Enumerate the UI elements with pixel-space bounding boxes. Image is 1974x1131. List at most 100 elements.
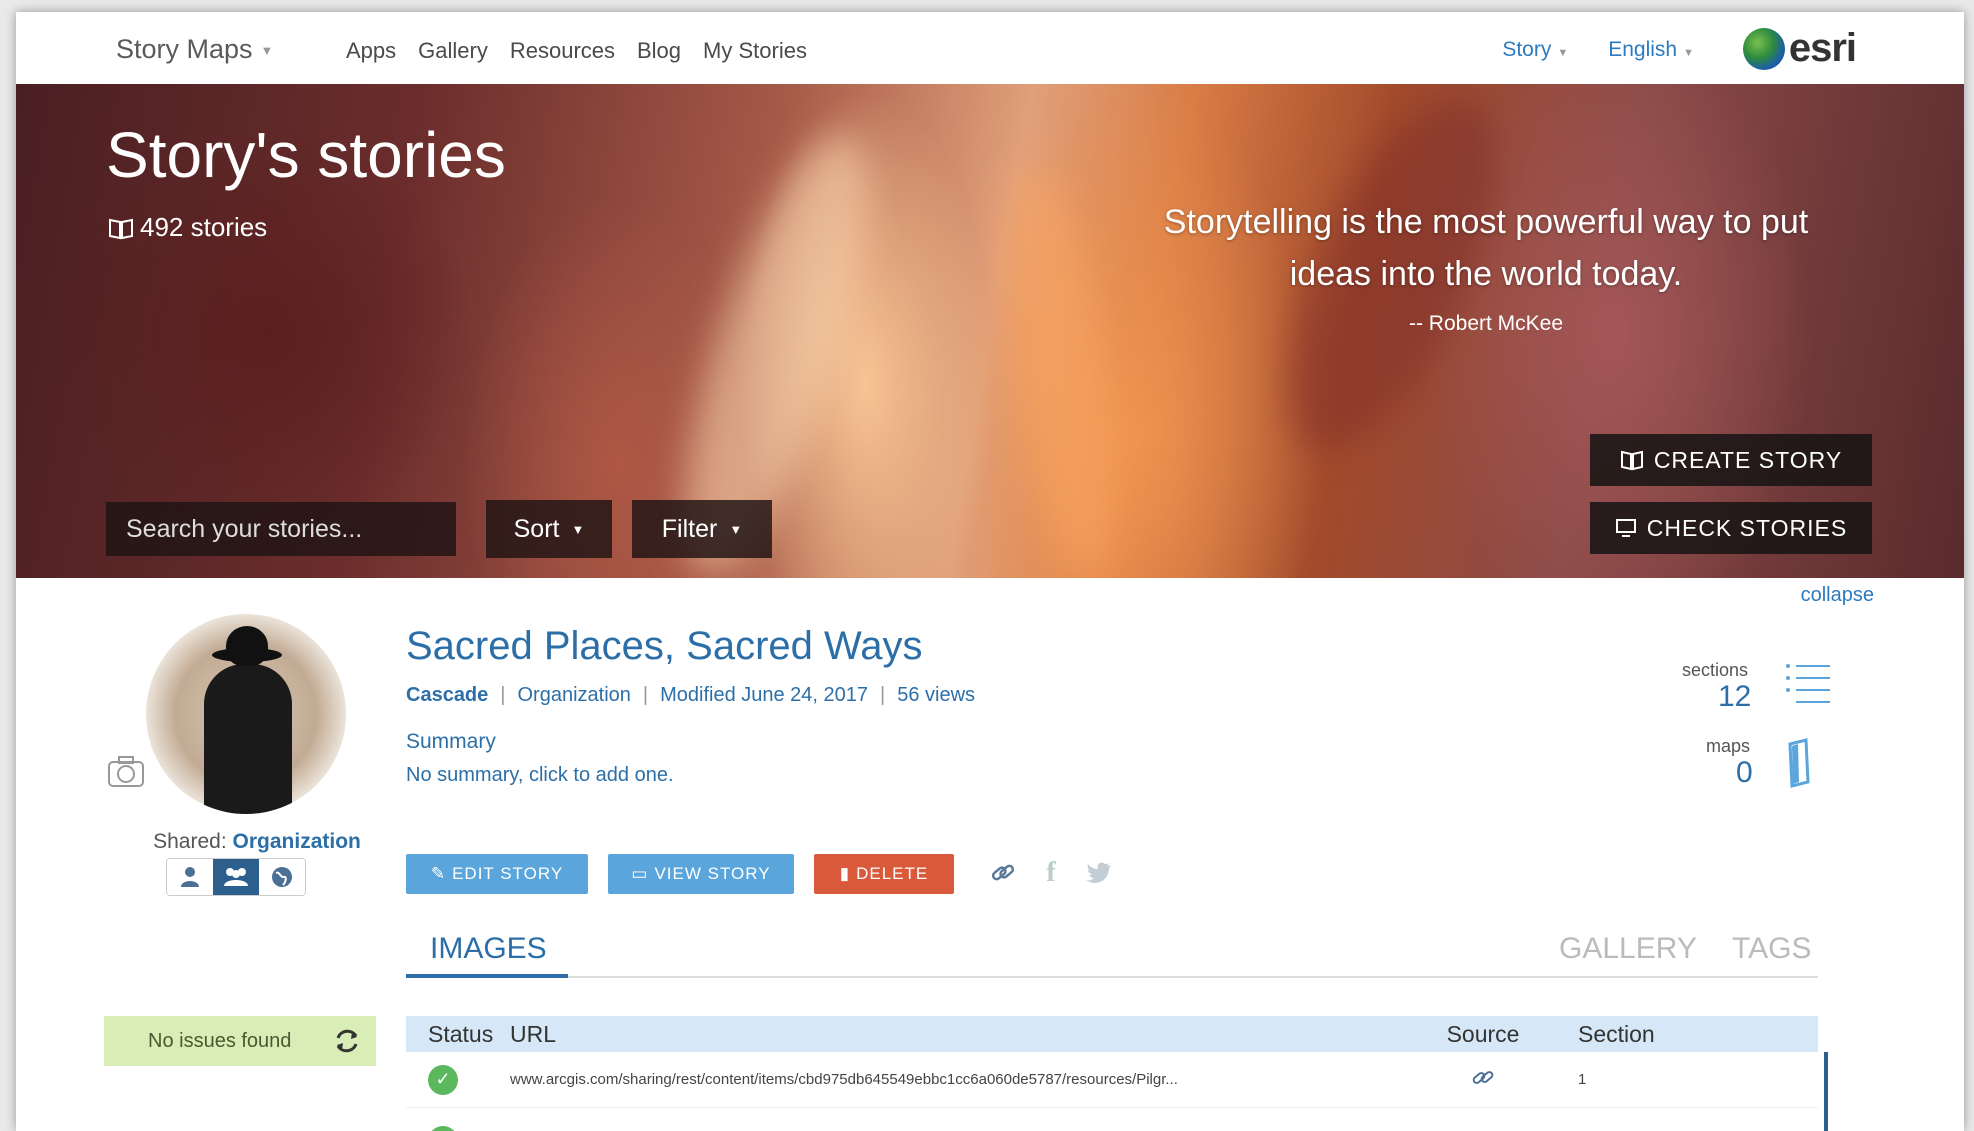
collapse-link[interactable]: collapse xyxy=(1801,584,1874,607)
list-icon xyxy=(1786,664,1830,703)
thumbnail-figure xyxy=(204,664,292,814)
hero-texture xyxy=(987,159,1135,578)
view-story-button[interactable]: ▭ VIEW STORY xyxy=(608,854,794,894)
story-maps-menu[interactable]: Story Maps ▼ xyxy=(116,34,273,65)
chevron-down-icon: ▼ xyxy=(260,43,274,59)
status-cell: ✓ xyxy=(406,1064,510,1095)
column-header-status[interactable]: Status xyxy=(406,1021,510,1048)
top-nav: Story Maps ▼ Apps Gallery Resources Blog … xyxy=(16,12,1964,84)
meta-separator: | xyxy=(500,684,506,706)
caret-down-icon: ▼ xyxy=(729,521,743,537)
nav-right: Story ▼ English ▼ xyxy=(1502,38,1694,62)
shared-value: Organization xyxy=(232,830,361,853)
search-input[interactable] xyxy=(106,502,456,556)
table-row[interactable]: ✓ www.arcgis.com/sharing/rest/content/it… xyxy=(406,1052,1818,1108)
nav-link-gallery[interactable]: Gallery xyxy=(418,38,488,64)
facebook-icon[interactable]: f xyxy=(1034,856,1068,890)
filter-label: Filter xyxy=(661,514,718,543)
book-icon xyxy=(109,218,133,239)
story-sharing: Organization xyxy=(517,684,631,706)
story-modified: Modified June 24, 2017 xyxy=(660,684,869,706)
meta-separator: | xyxy=(642,684,649,706)
meta-separator: | xyxy=(880,684,886,706)
language-dropdown-label: English xyxy=(1608,38,1678,61)
tab-images[interactable]: IMAGES xyxy=(430,932,547,966)
twitter-icon[interactable] xyxy=(1082,856,1116,890)
share-public-button[interactable] xyxy=(259,859,305,895)
issues-status[interactable]: No issues found xyxy=(104,1016,376,1066)
maps-label: maps xyxy=(1706,736,1751,756)
edit-story-label: EDIT STORY xyxy=(452,864,564,883)
nav-link-blog[interactable]: Blog xyxy=(637,38,681,64)
window-icon: ▭ xyxy=(631,864,649,883)
issues-label: No issues found xyxy=(148,1029,292,1052)
table-row[interactable]: ✓ xyxy=(406,1108,1818,1131)
create-story-button[interactable]: CREATE STORY xyxy=(1590,434,1872,486)
edit-story-button[interactable]: ✎ EDIT STORY xyxy=(406,854,588,894)
active-tab-indicator xyxy=(406,974,568,978)
story-dropdown[interactable]: Story ▼ xyxy=(1502,38,1568,62)
table-scrollbar[interactable] xyxy=(1824,1052,1828,1131)
map-icon xyxy=(1788,738,1810,788)
share-private-button[interactable] xyxy=(167,859,213,895)
images-table: Status URL Source Section ✓ www.arcgis.c… xyxy=(406,1016,1818,1131)
globe-icon xyxy=(272,867,292,887)
shared-prefix: Shared: xyxy=(153,830,227,853)
esri-logo[interactable]: esri xyxy=(1742,26,1857,71)
caret-down-icon: ▼ xyxy=(571,521,585,537)
camera-icon[interactable] xyxy=(106,754,146,790)
tab-tags[interactable]: TAGS xyxy=(1732,932,1811,966)
column-header-url[interactable]: URL xyxy=(510,1021,1400,1048)
book-plus-icon xyxy=(1620,450,1643,471)
story-count: 492 stories xyxy=(108,212,267,243)
summary-text[interactable]: No summary, click to add one. xyxy=(406,764,674,787)
hero-banner: Story's stories 492 stories Storytelling… xyxy=(16,84,1964,578)
table-header: Status URL Source Section xyxy=(406,1016,1818,1052)
check-stories-label: CHECK STORIES xyxy=(1646,514,1848,541)
maps-count: 0 xyxy=(1736,756,1753,789)
app-window: Story Maps ▼ Apps Gallery Resources Blog … xyxy=(16,12,1964,1131)
brand-label: Story Maps xyxy=(116,34,253,64)
pencil-icon: ✎ xyxy=(430,864,447,883)
summary-label: Summary xyxy=(406,730,496,753)
source-link-icon[interactable] xyxy=(1400,1066,1566,1094)
view-story-label: VIEW STORY xyxy=(654,864,771,883)
story-title[interactable]: Sacred Places, Sacred Ways xyxy=(406,624,923,669)
esri-logo-text: esri xyxy=(1788,26,1857,70)
filter-button[interactable]: Filter ▼ xyxy=(632,500,772,558)
link-icon[interactable] xyxy=(986,856,1020,890)
check-stories-button[interactable]: CHECK STORIES xyxy=(1590,502,1872,554)
sections-label: sections xyxy=(1682,660,1749,680)
story-meta: Cascade | Organization | Modified June 2… xyxy=(406,684,975,707)
share-organization-button[interactable] xyxy=(213,859,259,895)
globe-icon xyxy=(1742,27,1785,70)
language-dropdown[interactable]: English ▼ xyxy=(1608,38,1694,62)
refresh-icon[interactable] xyxy=(332,1026,362,1056)
story-thumbnail[interactable] xyxy=(146,614,346,814)
shared-status: Shared: Organization xyxy=(16,830,498,854)
story-count-label: 492 stories xyxy=(140,212,268,242)
delete-label: DELETE xyxy=(856,864,929,883)
nav-links: Apps Gallery Resources Blog My Stories xyxy=(346,38,807,64)
sort-button[interactable]: Sort ▼ xyxy=(486,500,612,558)
nav-link-resources[interactable]: Resources xyxy=(510,38,615,64)
trash-icon: ▮ xyxy=(839,864,851,883)
nav-link-apps[interactable]: Apps xyxy=(346,38,396,64)
check-circle-icon: ✓ xyxy=(428,1125,458,1131)
story-template[interactable]: Cascade xyxy=(406,684,488,707)
sharing-toggle xyxy=(166,858,306,896)
column-header-section[interactable]: Section xyxy=(1566,1021,1766,1048)
url-cell: www.arcgis.com/sharing/rest/content/item… xyxy=(510,1071,1178,1088)
chevron-down-icon: ▼ xyxy=(1557,47,1569,59)
nav-link-my-stories[interactable]: My Stories xyxy=(703,38,807,64)
create-story-label: CREATE STORY xyxy=(1653,446,1843,473)
check-circle-icon: ✓ xyxy=(428,1064,458,1095)
thumbnail-figure xyxy=(212,648,282,662)
sort-label: Sort xyxy=(513,514,560,543)
quote-author: -- Robert McKee xyxy=(1408,312,1564,335)
tab-gallery[interactable]: GALLERY xyxy=(1559,932,1697,966)
status-cell: ✓ xyxy=(406,1100,510,1131)
page-title: Story's stories xyxy=(106,119,506,191)
delete-button[interactable]: ▮ DELETE xyxy=(814,854,954,894)
column-header-source[interactable]: Source xyxy=(1400,1021,1566,1048)
